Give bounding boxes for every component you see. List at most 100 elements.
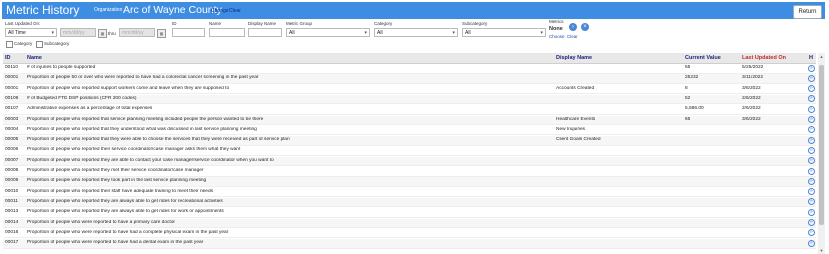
- table-row[interactable]: 00011 Proportion of people who reported t…: [3, 197, 816, 208]
- subcategory-select[interactable]: All ▾: [462, 28, 546, 37]
- id-cell: 00001: [5, 75, 19, 81]
- history-icon[interactable]: ⟳: [808, 64, 815, 72]
- table-row[interactable]: 00007 Proportion of people who reported t…: [3, 156, 816, 167]
- last-updated-cell: 5/25/2022: [742, 65, 764, 70]
- id-cell: 00011: [5, 198, 18, 204]
- subcategory-value: All: [465, 30, 471, 36]
- table-row[interactable]: 00001 Proportion of people who reported s…: [3, 85, 816, 95]
- id-cell: 00109: [5, 95, 19, 101]
- name-filter-input[interactable]: [209, 28, 245, 37]
- name-cell: Proportion of people who were reported t…: [27, 219, 175, 225]
- history-icon[interactable]: ⟳: [808, 198, 815, 206]
- metrics-label: Metrics: [549, 19, 564, 24]
- organization-label: Organization: [94, 7, 123, 13]
- change-organization-link[interactable]: Change: [211, 8, 229, 14]
- current-value-cell: 8: [685, 85, 688, 91]
- id-cell: 00005: [5, 137, 19, 143]
- id-filter-input[interactable]: [172, 28, 205, 37]
- current-value-cell: 55: [685, 65, 691, 70]
- metrics-choose-link[interactable]: Choose: [549, 34, 565, 39]
- metric-group-label: Metric Group: [286, 21, 313, 26]
- name-cell: # of Budgeted FTE DSP positions (CFR 200…: [27, 95, 137, 101]
- date-from-input[interactable]: mm/dd/yy: [60, 28, 96, 37]
- category-label: Category: [374, 21, 393, 26]
- name-cell: Administrative expenses as a percentage …: [27, 106, 153, 112]
- history-icon[interactable]: ⟳: [808, 74, 815, 82]
- subcategory-checkbox[interactable]: [36, 41, 43, 48]
- history-icon[interactable]: ⟳: [808, 219, 815, 226]
- name-cell: Proportion of people who were reported t…: [27, 229, 229, 235]
- name-filter-label: Name: [209, 21, 222, 26]
- subcategory-checkbox-label: Subcategory: [44, 41, 70, 46]
- scroll-thumb[interactable]: [819, 65, 824, 225]
- id-filter-label: ID: [172, 21, 177, 26]
- id-cell: 00110: [5, 65, 18, 70]
- name-cell: Proportion of people who reported suppor…: [27, 85, 230, 91]
- table-row[interactable]: 00009 Proportion of people who reported t…: [3, 177, 816, 187]
- metric-group-value: All: [289, 30, 295, 36]
- id-cell: 00016: [5, 229, 19, 235]
- history-icon[interactable]: ⟳: [808, 208, 815, 216]
- history-icon[interactable]: ⟳: [808, 229, 815, 237]
- table-row[interactable]: 00003 Proportion of people who reported t…: [3, 115, 816, 125]
- search-button[interactable]: ›: [569, 23, 577, 31]
- vertical-scrollbar[interactable]: ▲ ▼: [818, 53, 825, 254]
- history-icon[interactable]: ⟳: [808, 177, 815, 185]
- metric-group-select[interactable]: All ▾: [286, 28, 370, 37]
- scroll-down-icon[interactable]: ▼: [819, 248, 824, 253]
- history-icon[interactable]: ⟳: [808, 146, 815, 154]
- date-to-input[interactable]: mm/dd/yy: [119, 28, 155, 37]
- table-row[interactable]: 00016 Proportion of people who were repor…: [3, 229, 816, 239]
- clear-organization-link[interactable]: Clear: [229, 8, 241, 14]
- name-cell: Proportion of people who reported they a…: [27, 209, 224, 215]
- history-icon[interactable]: ⟳: [808, 126, 815, 134]
- id-cell: 00017: [5, 240, 19, 246]
- table-row[interactable]: 00013 Proportion of people who reported t…: [3, 208, 816, 218]
- history-icon[interactable]: ⟳: [808, 157, 815, 165]
- id-cell: 00007: [5, 157, 19, 163]
- metrics-clear-link[interactable]: Clear: [567, 34, 578, 39]
- table-row[interactable]: 00014 Proportion of people who were repor…: [3, 218, 816, 228]
- scroll-up-icon[interactable]: ▲: [819, 54, 824, 59]
- last-updated-column-header[interactable]: Last Updated On: [742, 55, 786, 61]
- category-select[interactable]: All ▾: [374, 28, 458, 37]
- history-icon[interactable]: ⟳: [808, 105, 815, 113]
- page-title: Metric History: [6, 3, 80, 17]
- id-column-header[interactable]: ID: [5, 55, 11, 61]
- subcategory-label: Subcategory: [462, 21, 488, 26]
- table-row[interactable]: 00010 Proportion of people who reported t…: [3, 188, 816, 198]
- table-row[interactable]: 00006 Proportion of people who reported t…: [3, 146, 816, 156]
- display-name-filter-input[interactable]: [248, 28, 282, 37]
- table-row[interactable]: 00017 Proportion of people who were repor…: [3, 239, 816, 249]
- last-updated-value: All Time: [8, 30, 26, 36]
- table-row[interactable]: 00107 Administrative expenses as a percen…: [3, 105, 816, 115]
- name-column-header[interactable]: Name: [27, 55, 42, 61]
- chevron-down-icon: ▾: [452, 30, 455, 36]
- display-name-column-header[interactable]: Display Name: [556, 55, 592, 61]
- history-icon[interactable]: ⟳: [808, 136, 815, 144]
- history-icon[interactable]: ⟳: [808, 116, 815, 123]
- table-row[interactable]: 00008 Proportion of people who reported t…: [3, 167, 816, 177]
- return-button[interactable]: Return: [793, 5, 822, 19]
- history-icon[interactable]: ⟳: [808, 95, 815, 103]
- history-icon[interactable]: ⟳: [808, 85, 815, 93]
- table-row[interactable]: 00004 Proportion of people who reported t…: [3, 126, 816, 136]
- table-row[interactable]: 00001 Proportion of people 50 or over who…: [3, 74, 816, 84]
- table-row[interactable]: 00110 # of injuries to people supported 55…: [3, 64, 816, 74]
- table-row[interactable]: 00109 # of Budgeted FTE DSP positions (CF…: [3, 94, 816, 105]
- category-checkbox-label: Category: [14, 41, 33, 46]
- table-row[interactable]: 00005 Proportion of people who reported t…: [3, 136, 816, 146]
- last-updated-cell: 3/6/2022: [742, 116, 761, 122]
- current-value-column-header[interactable]: Current Value: [685, 55, 721, 61]
- history-icon[interactable]: ⟳: [808, 239, 815, 247]
- reset-button[interactable]: ×: [581, 23, 589, 31]
- calendar-icon[interactable]: ▦: [157, 29, 166, 38]
- history-icon[interactable]: ⟳: [808, 188, 815, 196]
- calendar-icon[interactable]: ▦: [98, 29, 107, 38]
- last-updated-select[interactable]: All Time ▾: [5, 28, 57, 37]
- last-updated-label: Last Updated On:: [5, 21, 41, 26]
- category-checkbox[interactable]: [6, 41, 13, 48]
- name-cell: # of injuries to people supported: [27, 65, 96, 70]
- current-value-cell: 65: [685, 116, 691, 122]
- history-icon[interactable]: ⟳: [808, 167, 815, 175]
